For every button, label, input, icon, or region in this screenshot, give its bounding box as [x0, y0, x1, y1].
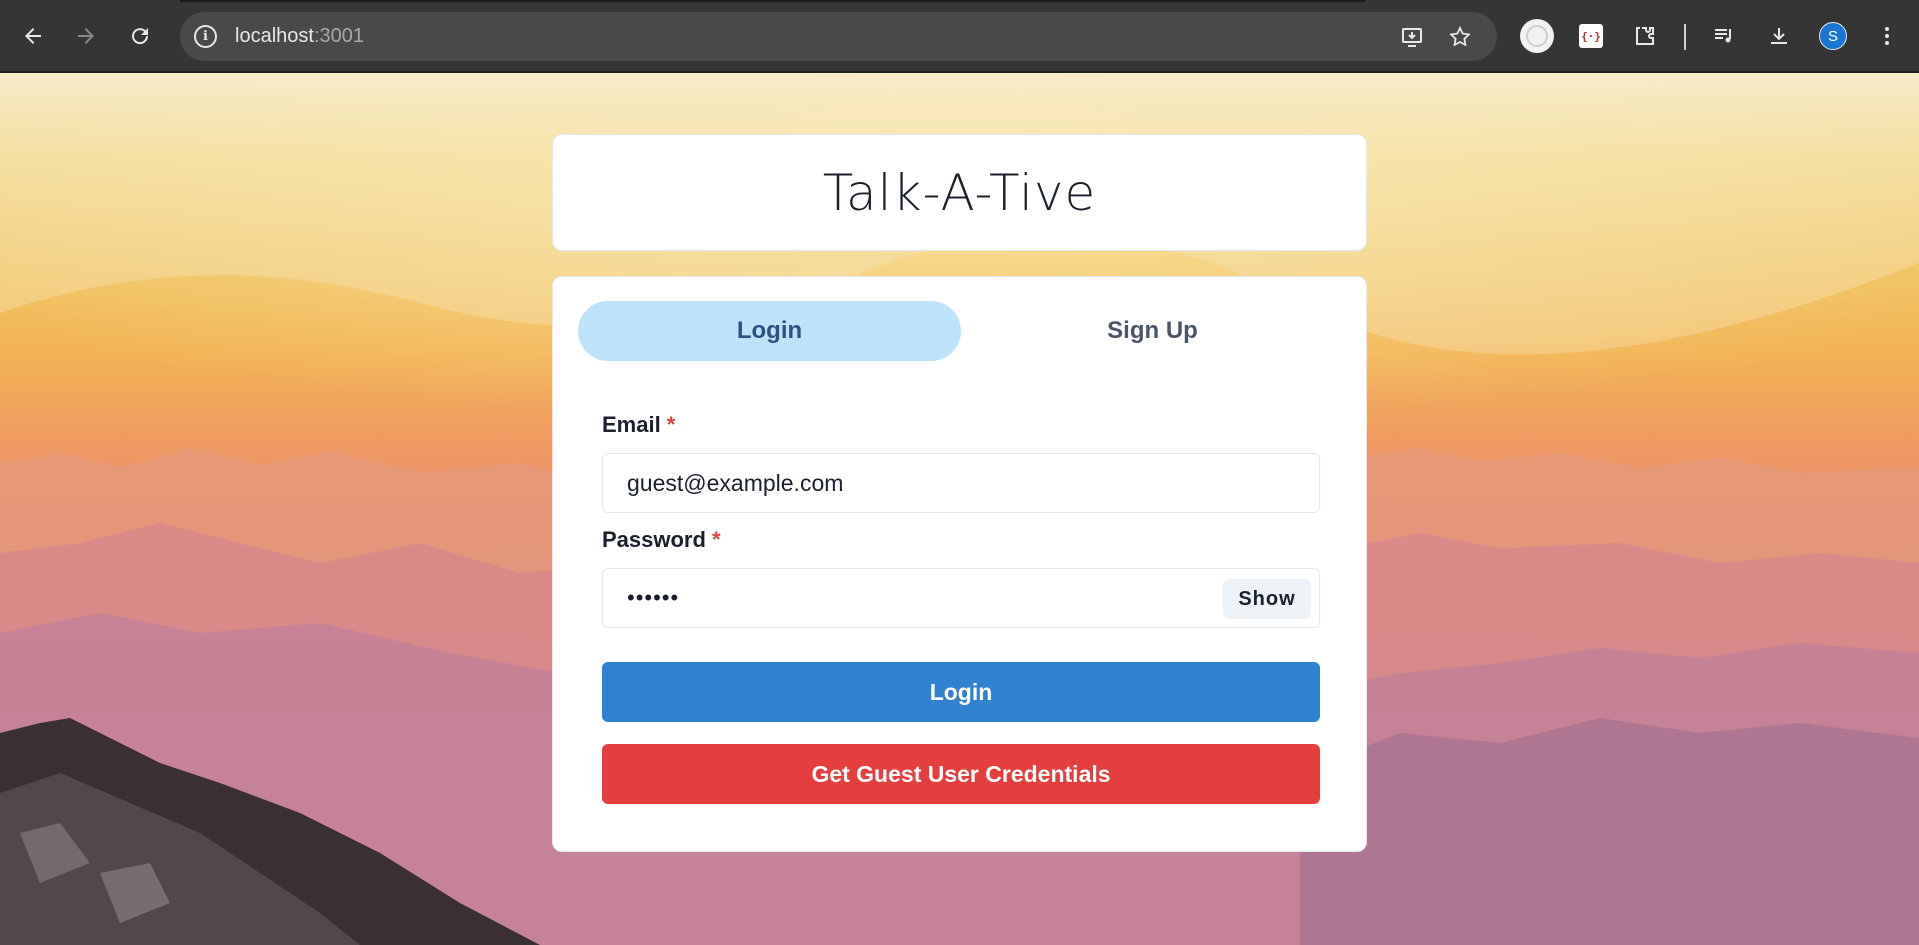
password-label: Password *	[602, 527, 721, 553]
extension-badge-text: {·}	[1579, 24, 1603, 48]
app-title: Talk-A-Tive	[822, 163, 1097, 222]
profile-avatar[interactable]: S	[1815, 18, 1851, 54]
tab-sign-up[interactable]: Sign Up	[961, 301, 1344, 361]
password-field[interactable]: •••••• Show	[602, 568, 1320, 628]
bookmark-star-icon[interactable]	[1446, 23, 1474, 51]
email-label-text: Email	[602, 412, 661, 437]
email-field[interactable]: guest@example.com	[602, 453, 1320, 513]
password-value: ••••••	[627, 585, 680, 610]
password-label-text: Password	[602, 527, 706, 552]
media-controls-icon[interactable]	[1706, 18, 1742, 54]
login-button[interactable]: Login	[602, 662, 1320, 722]
url-port: :3001	[313, 25, 364, 47]
toolbar-divider	[1684, 24, 1686, 50]
site-info-icon[interactable]: i	[194, 25, 217, 48]
email-label: Email *	[602, 412, 675, 438]
app-title-card: Talk-A-Tive	[552, 134, 1367, 251]
required-asterisk: *	[711, 527, 721, 552]
tab-strip-edge	[180, 0, 1365, 2]
install-app-icon[interactable]	[1398, 23, 1426, 51]
guest-credentials-button[interactable]: Get Guest User Credentials	[602, 744, 1320, 804]
required-asterisk: *	[666, 412, 676, 437]
show-password-button[interactable]: Show	[1223, 579, 1311, 619]
extension-badge-icon[interactable]: {·}	[1573, 18, 1609, 54]
puzzle-extensions-icon[interactable]	[1627, 18, 1663, 54]
reload-icon[interactable]	[122, 18, 158, 54]
profile-initial: S	[1819, 22, 1847, 50]
auth-tabs: Login Sign Up	[578, 301, 1344, 361]
page-background: Talk-A-Tive Login Sign Up Email * guest@e…	[0, 73, 1919, 945]
kebab-menu-icon[interactable]	[1869, 18, 1905, 54]
forward-arrow-icon[interactable]	[68, 18, 104, 54]
back-arrow-icon[interactable]	[15, 18, 51, 54]
browser-toolbar: i localhost:3001 {·} S	[0, 0, 1919, 72]
url-host: localhost	[235, 25, 314, 47]
address-bar[interactable]: i localhost:3001	[180, 12, 1497, 61]
email-value: guest@example.com	[627, 469, 844, 496]
extension-icon[interactable]	[1519, 18, 1555, 54]
auth-form-card: Login Sign Up Email * guest@example.com P…	[552, 276, 1367, 852]
url-text[interactable]: localhost:3001	[235, 25, 364, 48]
download-icon[interactable]	[1761, 18, 1797, 54]
tab-login[interactable]: Login	[578, 301, 961, 361]
